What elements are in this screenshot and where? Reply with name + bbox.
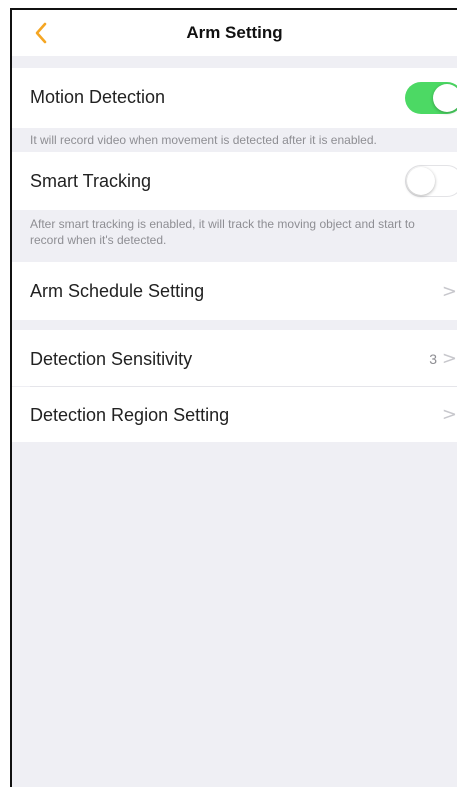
phone-screen: Arm Setting Motion Detection It will rec… [10, 8, 457, 787]
smart-tracking-row: Smart Tracking [12, 152, 457, 210]
chevron-right-icon: > [441, 281, 457, 302]
detection-sensitivity-label: Detection Sensitivity [30, 349, 193, 369]
navigation-bar: Arm Setting [12, 10, 457, 56]
detection-sensitivity-value: 3 [429, 351, 437, 367]
motion-detection-toggle[interactable] [405, 82, 457, 114]
smart-tracking-label: Smart Tracking [30, 171, 152, 191]
motion-detection-hint: It will record video when movement is de… [30, 133, 377, 147]
smart-tracking-toggle[interactable] [405, 165, 457, 197]
chevron-right-icon: > [441, 404, 457, 425]
detection-region-row[interactable]: Detection Region Setting > [12, 387, 457, 442]
detection-sensitivity-row[interactable]: Detection Sensitivity 3 > [12, 330, 457, 386]
chevron-right-icon: > [441, 348, 457, 369]
toggle-knob [433, 84, 457, 112]
arm-schedule-label: Arm Schedule Setting [30, 281, 205, 301]
smart-tracking-hint: After smart tracking is enabled, it will… [30, 217, 415, 247]
detection-region-label: Detection Region Setting [30, 405, 230, 425]
arm-schedule-row[interactable]: Arm Schedule Setting > [12, 262, 457, 320]
motion-detection-label: Motion Detection [30, 87, 166, 107]
motion-detection-row: Motion Detection [12, 68, 457, 128]
toggle-knob [407, 167, 435, 195]
page-title: Arm Setting [186, 23, 283, 42]
